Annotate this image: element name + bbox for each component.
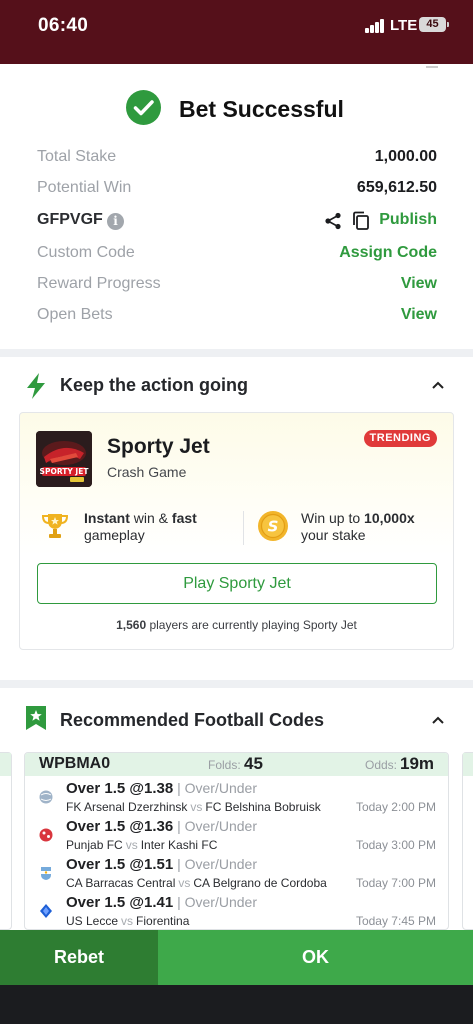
svg-text:SPORTY JET: SPORTY JET xyxy=(40,467,90,476)
assign-code-button[interactable]: Assign Code xyxy=(339,244,437,262)
page-title: Bet Successful xyxy=(179,96,344,122)
bookmark-star-icon xyxy=(26,706,46,730)
code-card-header: WPBMA0 Folds: 45 Odds: 19m xyxy=(25,753,448,776)
status-bar: 06:40 LTE 45 xyxy=(0,0,473,64)
game-type: Crash Game xyxy=(107,464,187,480)
folds-label: Folds: xyxy=(208,758,241,772)
league-flag-icon xyxy=(40,904,52,918)
reward-progress-row: Reward Progress View xyxy=(37,275,437,297)
share-icon[interactable] xyxy=(324,212,342,230)
potential-win-label: Potential Win xyxy=(37,179,132,196)
code-id: WPBMA0 xyxy=(39,755,111,772)
network-type: LTE xyxy=(390,17,418,34)
game-name: Sporty Jet xyxy=(107,435,210,458)
status-time: 06:40 xyxy=(38,15,89,36)
recommended-codes-carousel[interactable]: WPBMA0 Folds: 45 Odds: 19m Over 1.5 @1.3… xyxy=(0,752,473,930)
odds-label: Odds: xyxy=(365,758,398,772)
bet-success-sheet: Bet Successful Total Stake 1,000.00 Pote… xyxy=(0,64,473,930)
recommended-codes-title: Recommended Football Codes xyxy=(60,710,325,730)
signal-icon xyxy=(365,19,385,33)
drag-handle[interactable] xyxy=(426,66,438,68)
booking-code-row: GFPVGF i Publish xyxy=(37,211,437,233)
open-bets-view-link[interactable]: View xyxy=(401,306,437,324)
section-divider xyxy=(0,349,473,357)
pick-row: Over 1.5 @1.41 | Over/Under US Lecce vs Fi… xyxy=(25,894,448,929)
reward-progress-view-link[interactable]: View xyxy=(401,275,437,293)
copy-icon[interactable] xyxy=(352,211,370,231)
keep-action-header[interactable]: Keep the action going xyxy=(0,365,473,405)
feature-instant-win-text: Instant win & fast gameplay xyxy=(84,510,197,543)
total-stake-row: Total Stake 1,000.00 xyxy=(37,148,437,170)
open-bets-row: Open Bets View xyxy=(37,306,437,328)
trophy-icon xyxy=(41,514,69,538)
coin-icon: S xyxy=(258,511,288,541)
pick-row: Over 1.5 @1.36 | Over/Under Punjab FC vs I… xyxy=(25,818,448,856)
bottom-action-bar: Rebet OK xyxy=(0,930,473,985)
success-header: Bet Successful xyxy=(0,90,473,128)
code-card-next[interactable] xyxy=(462,752,473,930)
league-flag-icon xyxy=(41,867,51,880)
battery-icon: 45 xyxy=(419,17,449,32)
feature-instant-win: Instant win & fast gameplay xyxy=(40,509,240,549)
potential-win-value: 659,612.50 xyxy=(356,179,437,196)
reward-progress-label: Reward Progress xyxy=(37,275,161,292)
pick-row: Over 1.5 @1.38 | Over/Under FK Arsenal D… xyxy=(25,780,448,818)
code-card-previous[interactable] xyxy=(0,752,12,930)
open-bets-label: Open Bets xyxy=(37,306,113,323)
chevron-up-icon[interactable] xyxy=(432,716,444,724)
custom-code-row: Custom Code Assign Code xyxy=(37,244,437,266)
odds-value: 19m xyxy=(400,754,435,773)
league-flag-icon xyxy=(39,790,53,804)
section-divider xyxy=(0,680,473,688)
play-sporty-jet-button[interactable]: Play Sporty Jet xyxy=(37,563,437,604)
sporty-jet-thumbnail[interactable]: SPORTY JET xyxy=(36,431,92,487)
rebet-button[interactable]: Rebet xyxy=(0,930,158,985)
pick-row: Over 1.5 @1.51 | Over/Under CA Barracas … xyxy=(25,856,448,894)
check-circle-icon xyxy=(126,90,161,125)
players-count-note: 1,560 players are currently playing Spor… xyxy=(116,618,357,632)
sporty-jet-logo: SPORTY JET xyxy=(36,431,92,487)
lightning-icon xyxy=(27,373,45,399)
home-indicator-area xyxy=(0,985,473,1024)
feature-win-multiplier: S Win up to 10,000x your stake xyxy=(257,509,447,549)
sporty-jet-card: SPORTY JET Sporty Jet Crash Game TRENDIN… xyxy=(19,412,454,650)
publish-button[interactable]: Publish xyxy=(379,211,437,229)
keep-action-title: Keep the action going xyxy=(60,375,249,395)
league-flag-icon xyxy=(39,828,53,842)
potential-win-row: Potential Win 659,612.50 xyxy=(37,179,437,201)
total-stake-label: Total Stake xyxy=(37,148,117,165)
trending-badge: TRENDING xyxy=(363,430,437,447)
folds-value: 45 xyxy=(244,754,263,773)
ok-button[interactable]: OK xyxy=(158,930,473,985)
recommended-codes-header[interactable]: Recommended Football Codes xyxy=(0,700,473,740)
total-stake-value: 1,000.00 xyxy=(374,148,437,165)
feature-divider xyxy=(243,511,244,545)
info-icon[interactable]: i xyxy=(107,213,124,230)
custom-code-label: Custom Code xyxy=(37,244,135,261)
chevron-up-icon[interactable] xyxy=(432,381,444,389)
feature-win-multiplier-text: Win up to 10,000x your stake xyxy=(301,510,415,543)
code-card[interactable]: WPBMA0 Folds: 45 Odds: 19m Over 1.5 @1.3… xyxy=(24,752,449,930)
svg-text:S: S xyxy=(268,518,279,536)
booking-code: GFPVGF xyxy=(37,211,103,228)
